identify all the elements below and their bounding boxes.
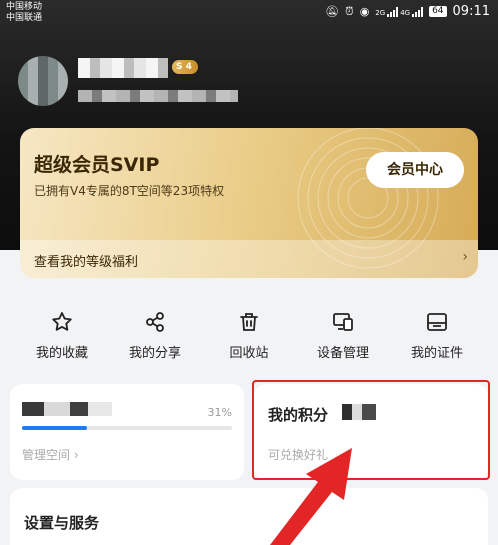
- highlight-box: [252, 380, 490, 480]
- network-2-label: 4G: [400, 8, 411, 17]
- signal-icon: 2G 4G: [375, 6, 424, 17]
- avatar[interactable]: [18, 56, 68, 106]
- battery-icon: 64: [429, 6, 447, 17]
- storage-card[interactable]: 31% 管理空间 ›: [10, 384, 244, 480]
- member-center-button[interactable]: 会员中心: [366, 152, 464, 188]
- settings-title: 设置与服务: [24, 514, 100, 532]
- settings-services-card[interactable]: 设置与服务: [10, 488, 488, 545]
- level-benefits-link[interactable]: 查看我的等级福利 ›: [20, 240, 478, 278]
- username-blurred: [78, 58, 168, 78]
- mute-icon: 🔕︎: [325, 5, 340, 18]
- clock: 09:11: [452, 4, 490, 19]
- alarm-icon: ⏰︎: [345, 4, 354, 18]
- level-badge: S 4: [172, 60, 198, 74]
- carrier-1: 中国移动: [6, 2, 43, 12]
- action-recycle-bin[interactable]: 回收站: [199, 298, 299, 361]
- action-label: 我的证件: [410, 346, 463, 361]
- level-benefits-label: 查看我的等级福利: [34, 255, 139, 270]
- status-bar: 中国移动 中国联通 🔕︎ ⏰︎ ◉ 2G 4G 64 09:11: [0, 0, 498, 26]
- action-label: 我的分享: [128, 346, 181, 361]
- svip-card[interactable]: 超级会员SVIP 已拥有V4专属的8T空间等23项特权 会员中心 查看我的等级福…: [20, 128, 478, 278]
- chevron-right-icon: ›: [462, 249, 468, 265]
- action-favorites[interactable]: 我的收藏: [12, 298, 112, 361]
- status-icons: 🔕︎ ⏰︎ ◉ 2G 4G 64 09:11: [325, 4, 490, 19]
- action-label: 设备管理: [316, 346, 369, 361]
- svip-title: 超级会员SVIP: [34, 154, 160, 176]
- network-1-label: 2G: [375, 8, 386, 17]
- user-info-blurred: [78, 90, 238, 102]
- action-label: 我的收藏: [35, 346, 88, 361]
- share-icon: [146, 312, 164, 332]
- svip-subtitle: 已拥有V4专属的8T空间等23项特权: [34, 184, 225, 198]
- storage-progress-fill: [22, 426, 88, 430]
- action-share[interactable]: 我的分享: [105, 298, 205, 361]
- manage-storage-link[interactable]: 管理空间 ›: [22, 446, 79, 463]
- storage-progress-bar: [22, 426, 232, 430]
- id-card-icon: [427, 313, 447, 331]
- trash-icon: [240, 313, 258, 331]
- storage-usage-blurred: [22, 402, 112, 416]
- devices-icon: [333, 313, 353, 331]
- carrier-labels: 中国移动 中国联通: [6, 2, 42, 24]
- action-my-ids[interactable]: 我的证件: [387, 298, 487, 361]
- eye-icon: ◉: [359, 5, 370, 18]
- carrier-2: 中国联通: [6, 13, 43, 23]
- storage-percent: 31%: [207, 406, 232, 419]
- action-label: 回收站: [229, 346, 269, 361]
- star-icon: [52, 312, 72, 331]
- quick-actions: 我的收藏 我的分享 回收站 设备管理 我的证件: [0, 298, 498, 368]
- action-device-management[interactable]: 设备管理: [293, 298, 393, 361]
